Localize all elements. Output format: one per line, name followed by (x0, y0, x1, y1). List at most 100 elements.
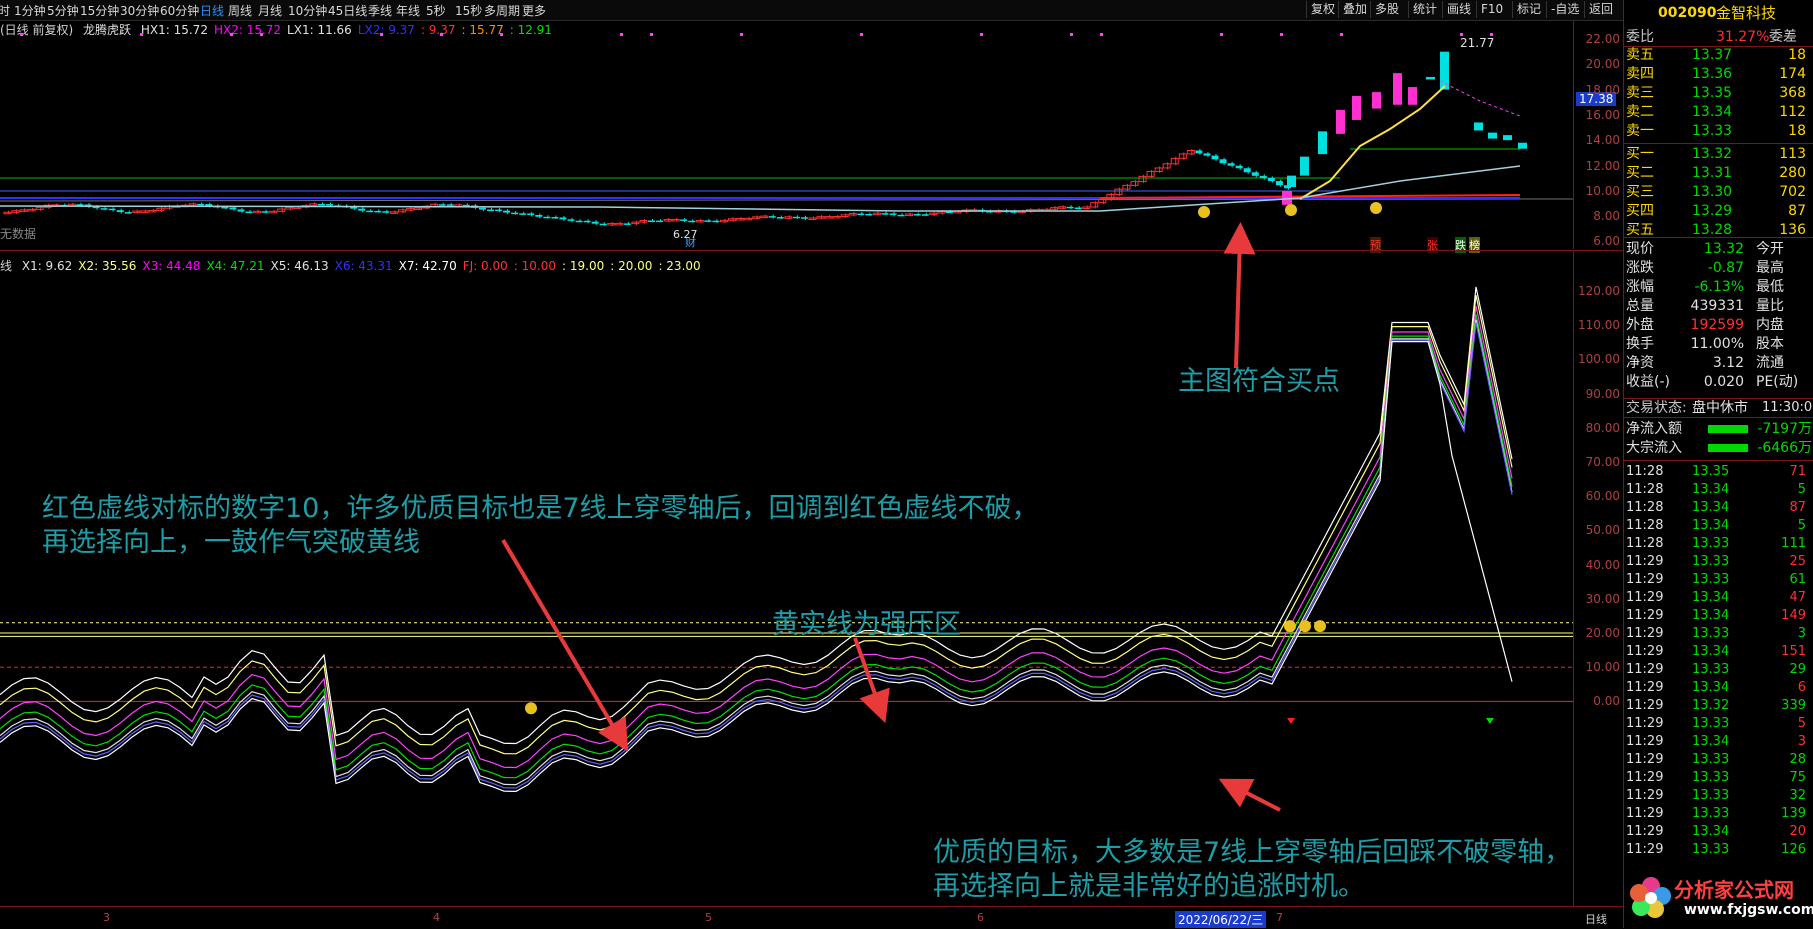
stat-row: 总量 439331 量比 (1624, 297, 1813, 315)
orderbook-row[interactable]: 买四 13.29 87 (1624, 202, 1813, 220)
period-tab[interactable]: 更多 (522, 2, 546, 19)
trade-row: 11:29 13.33 75 (1624, 769, 1813, 787)
money-bag-icon (1314, 620, 1326, 633)
trade-time: 11:29 (1626, 608, 1664, 623)
orderbook-row[interactable]: 卖二 13.34 112 (1624, 103, 1813, 121)
stat-value: 0.020 (1703, 374, 1744, 390)
flow-label: 净流入额 (1626, 421, 1682, 437)
period-tab[interactable]: 5分钟 (47, 2, 79, 19)
toolbar-button[interactable]: 多股 (1370, 1, 1403, 18)
trade-price: 13.33 (1692, 752, 1730, 767)
axis-tick: 70.00 (1585, 455, 1620, 469)
toolbar-button[interactable]: F10 (1476, 1, 1507, 18)
toolbar-button[interactable]: 返回 (1584, 1, 1617, 18)
trade-row: 11:29 13.34 47 (1624, 589, 1813, 607)
period-tab[interactable]: 季线 (368, 2, 392, 19)
main-chart-pane[interactable]: (日线 前复权) 龙腾虎跃 HX1: 15.72 HX2: 15.72 LX1: 1… (0, 21, 1573, 397)
period-tab[interactable]: 月线 (258, 2, 282, 19)
trade-time: 11:29 (1626, 788, 1664, 803)
trade-time: 11:29 (1626, 644, 1664, 659)
toolbar-button[interactable]: 复权 (1306, 1, 1339, 18)
axis-tick: 18.00 (1585, 82, 1620, 97)
stat-row: 换手 11.00% 股本 (1624, 335, 1813, 353)
trade-time: 11:29 (1626, 698, 1664, 713)
trade-time: 11:28 (1626, 536, 1664, 551)
period-tab[interactable]: 15秒 (455, 2, 482, 19)
smiley-icon (1285, 204, 1297, 216)
orderbook-row[interactable]: 买三 13.30 702 (1624, 183, 1813, 201)
quote-panel: 002090 金智科技 委比 31.27% 委差 卖五 13.37 18 卖四 13.3… (1623, 0, 1813, 928)
trade-row: 11:29 13.33 29 (1624, 661, 1813, 679)
orderbook-row[interactable]: 卖五 13.37 18 (1624, 46, 1813, 64)
orderbook-row[interactable]: 买一 13.32 113 (1624, 145, 1813, 163)
period-tab[interactable]: 60分钟 (160, 2, 199, 19)
period-tab[interactable]: 年线 (396, 2, 420, 19)
toolbar-button[interactable]: 标记 (1512, 1, 1545, 18)
money-bag-icon (1284, 620, 1296, 633)
period-tab[interactable]: 45日线 (328, 2, 367, 19)
trade-volume: 5 (1797, 518, 1806, 533)
stat-right-label: PE(动) (1756, 374, 1799, 390)
row-label: 买二 (1626, 165, 1654, 181)
stat-right-label: 股本 (1756, 336, 1784, 352)
trade-row: 11:29 13.32 339 (1624, 697, 1813, 715)
toolbar-button[interactable]: 画线 (1442, 1, 1475, 18)
row-volume: 368 (1779, 85, 1806, 101)
trade-volume: 29 (1789, 662, 1806, 677)
trade-price: 13.34 (1692, 608, 1730, 623)
trade-row: 11:28 13.34 5 (1624, 481, 1813, 499)
annotation-yellow-zone: 黄实线为强压区 (772, 609, 961, 640)
period-tab[interactable]: 日线 (200, 2, 224, 19)
row-volume: 174 (1779, 66, 1806, 82)
toolbar-button[interactable]: -自选 (1546, 1, 1583, 18)
trade-row: 11:29 13.34 149 (1624, 607, 1813, 625)
no-data-label: 无数据 (0, 227, 37, 241)
trade-time: 11:29 (1626, 554, 1664, 569)
row-price: 13.31 (1692, 165, 1733, 181)
axis-tick: 10.00 (1585, 183, 1620, 198)
toolbar-button[interactable]: 统计 (1408, 1, 1441, 18)
period-tab[interactable]: 1分钟 (14, 2, 46, 19)
period-tab[interactable]: 10分钟 (288, 2, 327, 19)
trade-row: 11:28 13.35 71 (1624, 463, 1813, 481)
trade-volume: 61 (1789, 572, 1806, 587)
stat-right-label: 今开 (1756, 241, 1784, 257)
period-tab[interactable]: 多周期 (484, 2, 520, 19)
toolbar-button[interactable]: 叠加 (1338, 1, 1371, 18)
period-tab[interactable]: 周线 (228, 2, 252, 19)
smiley-icon (525, 702, 537, 715)
indicator-pane[interactable]: 线 X1: 9.62 X2: 35.56 X3: 44.48 X4: 47.21 X5:… (0, 251, 1573, 906)
trade-price: 13.33 (1692, 626, 1730, 641)
watermark-url: www.fxjgsw.com (1684, 902, 1813, 918)
period-label: 日线 (1585, 913, 1607, 926)
flow-row: 净流入额 -7197万 (1624, 420, 1813, 438)
orderbook-row[interactable]: 卖四 13.36 174 (1624, 65, 1813, 83)
trade-row: 11:29 13.33 139 (1624, 805, 1813, 823)
trade-price: 13.33 (1692, 788, 1730, 803)
smiley-icon (1198, 206, 1210, 218)
period-tab[interactable]: 分时 (0, 2, 10, 19)
stat-right-label: 内盘 (1756, 317, 1784, 333)
orderbook-row[interactable]: 卖三 13.35 368 (1624, 84, 1813, 102)
period-tab[interactable]: 30分钟 (120, 2, 159, 19)
low-label: 6.27 (673, 228, 698, 241)
orderbook-row[interactable]: 买二 13.31 280 (1624, 164, 1813, 182)
trade-volume: 25 (1789, 554, 1806, 569)
period-tab[interactable]: 5秒 (426, 2, 446, 19)
x-tick: 6 (977, 911, 984, 924)
axis-tick: 80.00 (1585, 420, 1620, 435)
period-tab[interactable]: 15分钟 (80, 2, 119, 19)
flow-label: 大宗流入 (1626, 440, 1682, 456)
row-label: 卖三 (1626, 85, 1654, 101)
stat-value: 192599 (1690, 317, 1744, 333)
main-chart-svg (0, 33, 1573, 227)
row-label: 卖五 (1626, 47, 1654, 63)
axis-tick: 14.00 (1585, 133, 1620, 148)
orderbook-row[interactable]: 卖一 13.33 18 (1624, 122, 1813, 140)
flow-bar (1708, 425, 1748, 433)
money-bag-icon (1299, 620, 1311, 633)
trade-price: 13.34 (1692, 734, 1730, 749)
trade-price: 13.34 (1692, 680, 1730, 695)
trade-row: 11:29 13.33 5 (1624, 715, 1813, 733)
trade-volume: 339 (1781, 698, 1806, 713)
